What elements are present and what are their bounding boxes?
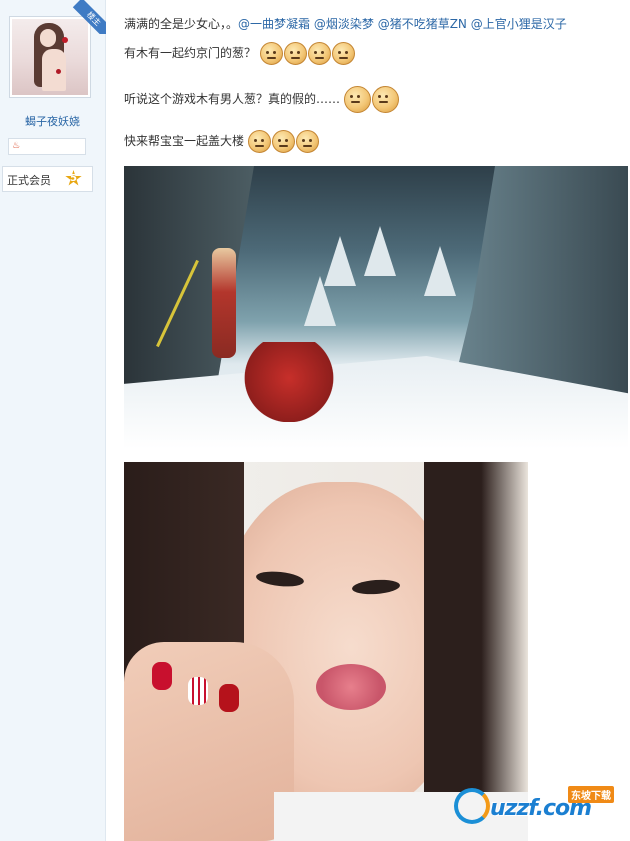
mention-link[interactable]: @猪不吃猪草ZN (378, 17, 467, 31)
mention-link[interactable]: @烟淡染梦 (314, 17, 374, 31)
post-line-2: 有木有一起约京门的葱？ (124, 42, 356, 65)
emoji-icon (295, 130, 319, 153)
username-link[interactable]: 蝎子夜妖娆 (0, 113, 105, 129)
emoji-icon (331, 42, 355, 65)
post-line-4: 快来帮宝宝一起盖大楼 (124, 130, 320, 153)
emoji-icon (259, 42, 283, 65)
emoji-icon (343, 86, 371, 113)
mention-link[interactable]: @一曲梦凝霜 (238, 17, 310, 31)
post-text: 有木有一起约京门的葱？ (124, 46, 257, 60)
mention-link[interactable]: @上官小狸是汉子 (471, 17, 567, 31)
watermark-tag: 东坡下载 (568, 786, 614, 803)
post-text: 满满的全是少女心，。 (124, 17, 239, 31)
uzzf-logo-icon (454, 788, 490, 824)
game-screenshot-image[interactable] (124, 166, 628, 449)
emoji-icon (247, 130, 271, 153)
selfie-photo-image[interactable] (124, 462, 528, 841)
thread-owner-badge: 楼主 (72, 0, 106, 34)
member-group: 正式会员 5 (2, 166, 93, 192)
rank-bar: ♨ (8, 138, 86, 155)
member-label: 正式会员 (7, 174, 51, 187)
site-watermark: uzzf.com 东坡下载 (454, 786, 624, 826)
post-text: 快来帮宝宝一起盖大楼 (124, 134, 245, 148)
post-line-3: 听说这个游戏木有男人葱？真的假的…… (124, 86, 400, 113)
emoji-icon (307, 42, 331, 65)
rank-icon: ♨ (12, 141, 21, 151)
emoji-icon (283, 42, 307, 65)
emoji-icon (371, 86, 399, 113)
author-sidebar: 楼主 蝎子夜妖娆 ♨ 正式会员 5 (0, 0, 106, 841)
emoji-icon (271, 130, 295, 153)
level-star-icon: 5 (65, 170, 82, 186)
post-line-1: 满满的全是少女心，。@一曲梦凝霜 @烟淡染梦 @猪不吃猪草ZN @上官小狸是汉子 (124, 16, 567, 32)
post-text: 听说这个游戏木有男人葱？真的假的…… (124, 92, 341, 106)
